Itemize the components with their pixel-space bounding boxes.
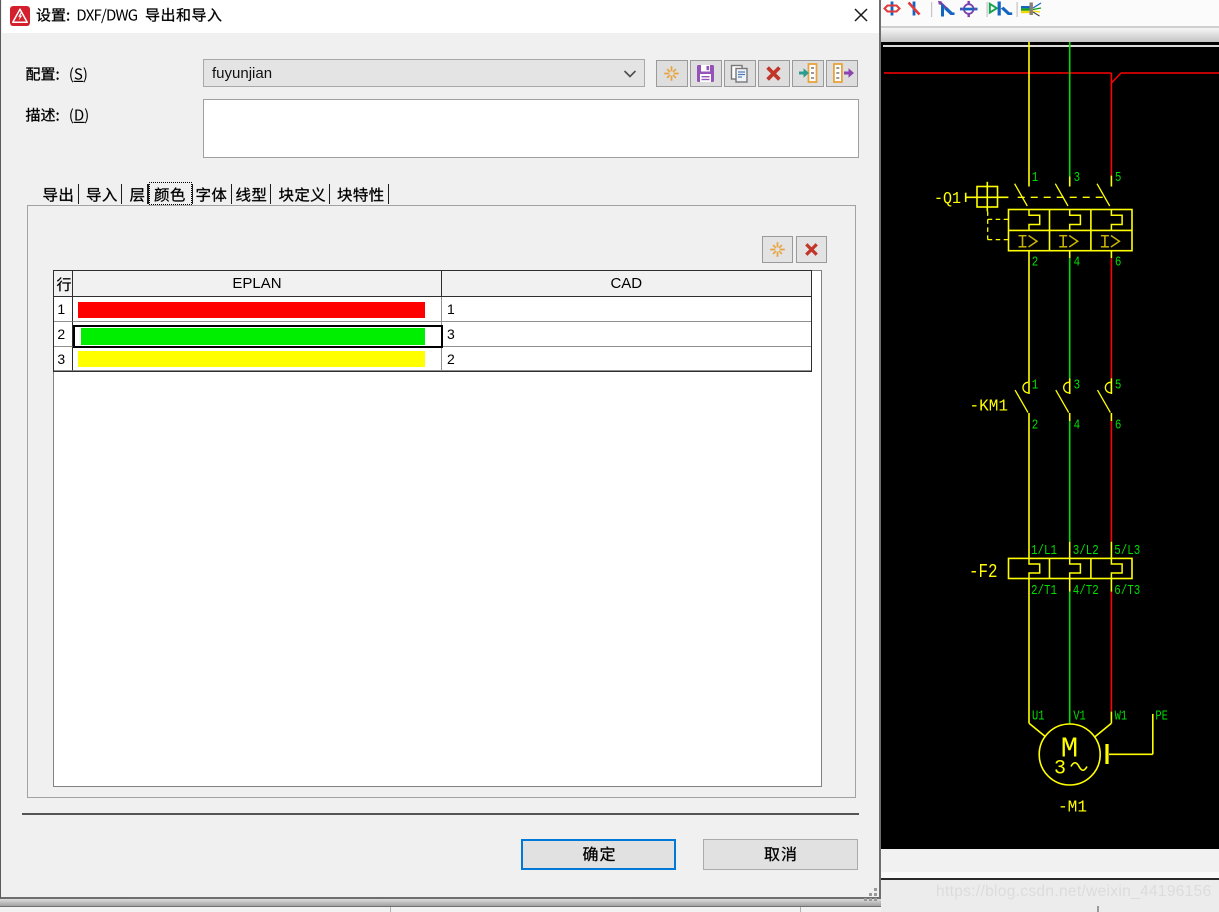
svg-text:-F2: -F2 (969, 561, 998, 583)
svg-text:4: 4 (1074, 255, 1081, 271)
svg-text:4: 4 (1074, 418, 1081, 434)
svg-text:PE: PE (1155, 709, 1168, 725)
svg-text:-Q1: -Q1 (934, 190, 961, 209)
svg-text:4/T2: 4/T2 (1073, 583, 1099, 599)
svg-text:1: 1 (1032, 170, 1039, 186)
svg-text:-M1: -M1 (1058, 799, 1087, 818)
svg-text:W1: W1 (1115, 709, 1128, 725)
svg-text:6: 6 (1115, 255, 1122, 271)
svg-text:-KM1: -KM1 (970, 397, 1009, 416)
svg-text:V1: V1 (1073, 709, 1086, 725)
svg-text:6: 6 (1115, 418, 1122, 434)
svg-text:5/L3: 5/L3 (1114, 543, 1140, 559)
svg-text:3/L2: 3/L2 (1073, 543, 1099, 559)
svg-text:2: 2 (1032, 418, 1039, 434)
svg-text:3: 3 (1074, 170, 1081, 186)
svg-text:3: 3 (1054, 758, 1066, 781)
svg-text:1/L1: 1/L1 (1031, 543, 1057, 559)
svg-text:5: 5 (1115, 170, 1122, 186)
svg-text:U1: U1 (1032, 709, 1045, 725)
svg-text:5: 5 (1115, 378, 1122, 394)
svg-text:2/T1: 2/T1 (1031, 583, 1057, 599)
svg-text:1: 1 (1032, 378, 1039, 394)
svg-text:6/T3: 6/T3 (1114, 583, 1140, 599)
svg-text:3: 3 (1074, 378, 1081, 394)
svg-text:2: 2 (1032, 255, 1039, 271)
